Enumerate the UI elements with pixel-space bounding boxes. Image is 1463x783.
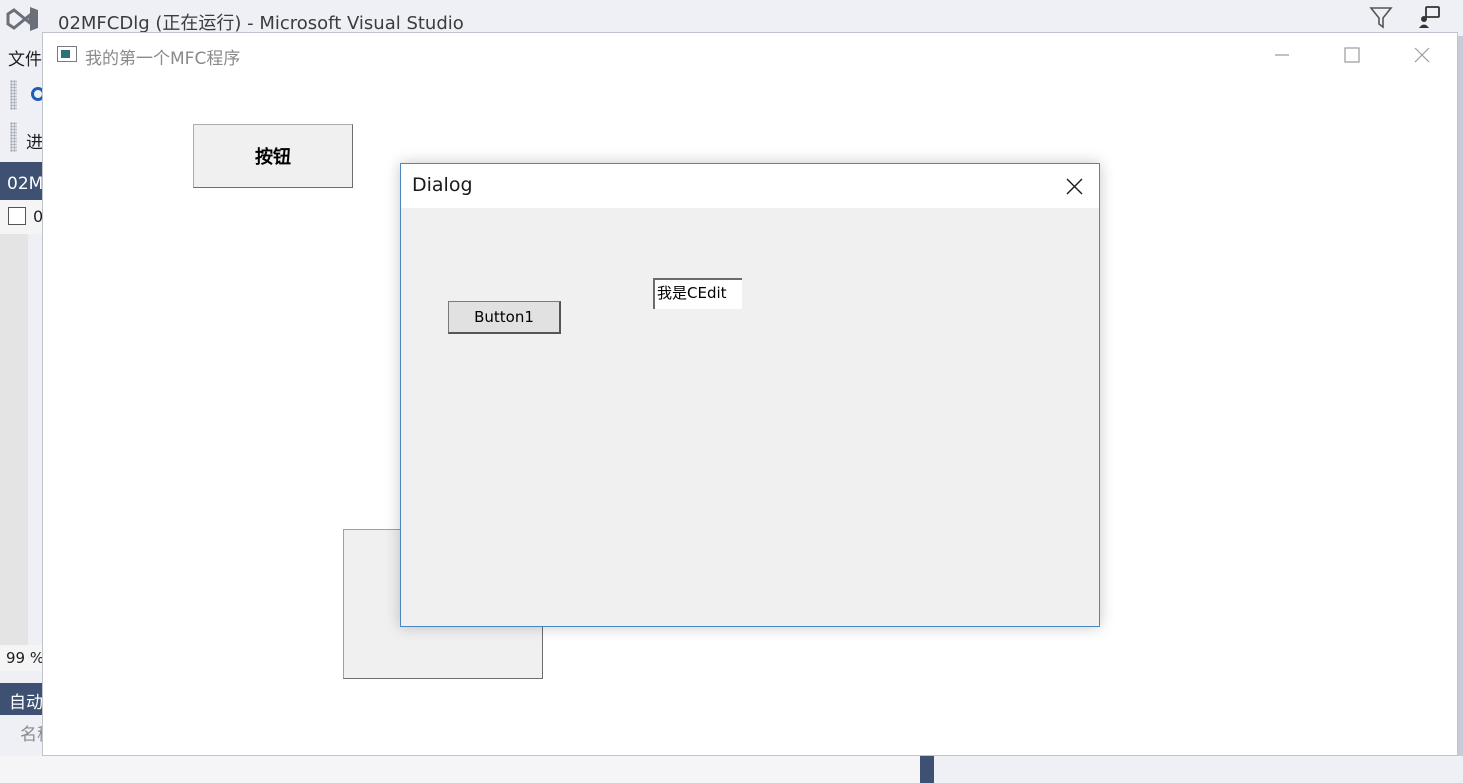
autos-panel-title: 自动 <box>9 693 43 713</box>
main-button[interactable]: 按钮 <box>193 124 353 188</box>
maximize-icon[interactable] <box>1332 40 1372 70</box>
filter-icon[interactable] <box>1368 4 1394 30</box>
toolbar-grip[interactable] <box>10 122 17 152</box>
dialog-window <box>400 163 1100 627</box>
vs-panel-splitter <box>920 756 934 783</box>
visual-studio-logo-icon <box>6 7 38 31</box>
cedit-field[interactable]: 我是CEdit <box>653 278 742 309</box>
dialog-titlebar <box>401 164 1099 208</box>
project-file-icon <box>8 207 26 225</box>
close-icon[interactable] <box>1402 40 1442 70</box>
menu-file[interactable]: 文件 <box>8 45 42 70</box>
code-editor-gutter <box>0 234 28 648</box>
dialog-title: Dialog <box>412 174 473 196</box>
tab-document-label: 02M <box>7 174 44 194</box>
mfc-window-title: 我的第一个MFC程序 <box>85 49 241 69</box>
zoom-level[interactable]: 99 % <box>6 649 44 667</box>
feedback-icon[interactable] <box>1416 4 1442 30</box>
app-icon-detail <box>61 50 70 58</box>
vs-right-edge <box>1458 36 1463 756</box>
dialog-close-icon[interactable] <box>1056 168 1094 204</box>
process-label: 进 <box>26 133 43 153</box>
button1[interactable]: Button1 <box>448 301 561 334</box>
toolbar-grip[interactable] <box>10 80 17 110</box>
vs-bottom-panel <box>0 756 920 783</box>
minimize-icon[interactable] <box>1262 40 1302 70</box>
